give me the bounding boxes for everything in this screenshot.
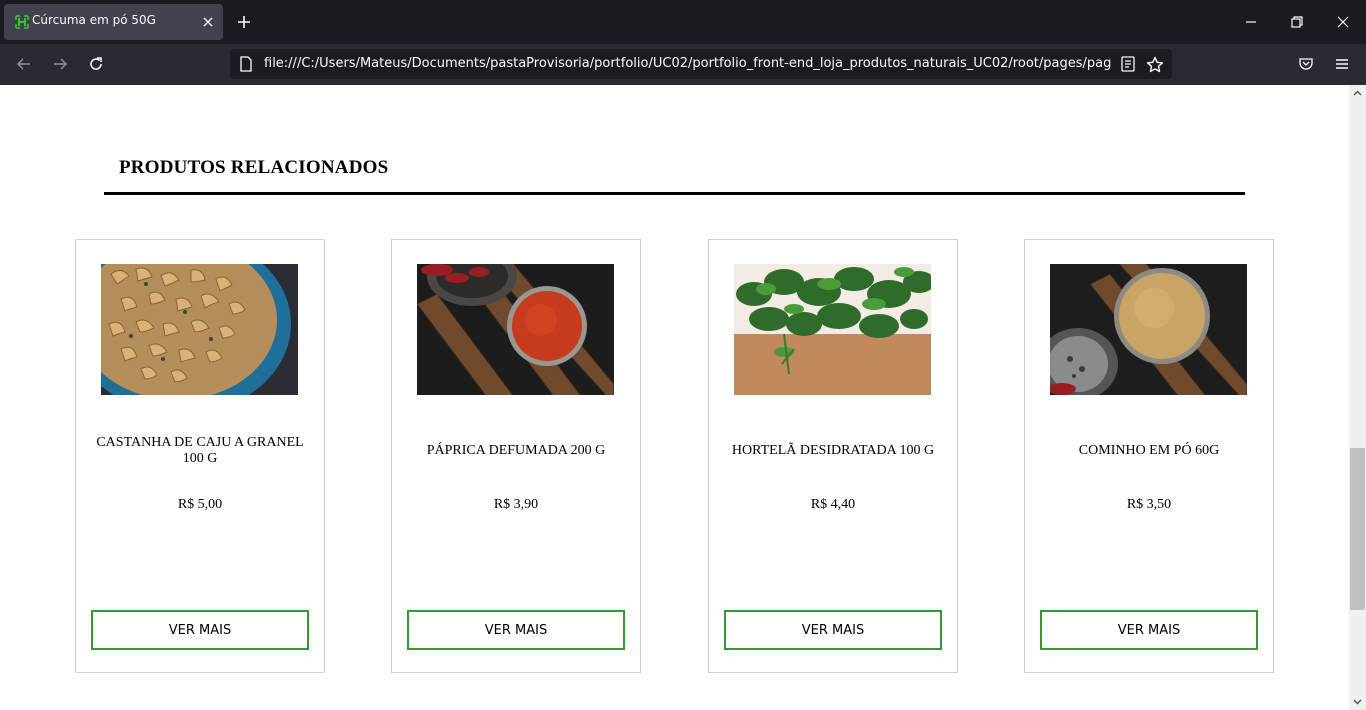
minimize-window-icon[interactable] [1243, 14, 1259, 30]
product-price: R$ 3,50 [1126, 497, 1172, 512]
view-more-button[interactable]: VER MAIS [724, 610, 942, 650]
vertical-scrollbar[interactable] [1349, 85, 1366, 710]
browser-tab-active[interactable]: Cúrcuma em pó 50G [4, 4, 223, 40]
product-price: R$ 5,00 [177, 497, 223, 512]
close-tab-icon[interactable] [200, 14, 216, 30]
scrollbar-thumb[interactable] [1350, 448, 1365, 610]
forward-arrow-icon[interactable] [52, 56, 68, 72]
product-card: HORTELÃ DESIDRATADA 100 G R$ 4,40 VER MA… [708, 239, 958, 673]
product-price: R$ 4,40 [810, 497, 856, 512]
view-more-button[interactable]: VER MAIS [1040, 610, 1258, 650]
reload-icon[interactable] [88, 56, 104, 72]
tab-bar: Cúrcuma em pó 50G [0, 0, 1366, 44]
product-name: HORTELÃ DESIDRATADA 100 G [731, 443, 935, 458]
product-image-cumin [1050, 264, 1247, 395]
restore-window-icon[interactable] [1289, 14, 1305, 30]
product-card: COMINHO EM PÓ 60G R$ 3,50 VER MAIS [1024, 239, 1274, 673]
bookmark-star-icon[interactable] [1146, 56, 1164, 74]
h-leaf-favicon-icon [15, 15, 29, 29]
view-more-button[interactable]: VER MAIS [407, 610, 625, 650]
product-image-cashews [101, 264, 298, 395]
product-card: PÁPRICA DEFUMADA 200 G R$ 3,90 VER MAIS [391, 239, 641, 673]
product-image-mint [734, 264, 931, 395]
view-more-button[interactable]: VER MAIS [91, 610, 309, 650]
scroll-up-arrow-icon[interactable] [1353, 89, 1362, 98]
product-card: CASTANHA DE CAJU A GRANEL 100 G R$ 5,00 … [75, 239, 325, 673]
tab-title: Cúrcuma em pó 50G [32, 13, 156, 27]
page-viewport: PRODUTOS RELACIONADOS CASTANHA DE CAJU A… [0, 85, 1349, 710]
page-document-icon [240, 56, 252, 72]
section-title: PRODUTOS RELACIONADOS [119, 157, 389, 178]
section-divider [104, 192, 1245, 195]
url-text[interactable]: file:///C:/Users/Mateus/Documents/pastaP… [264, 56, 1112, 71]
scroll-down-arrow-icon[interactable] [1353, 697, 1362, 706]
hamburger-menu-icon[interactable] [1334, 56, 1350, 72]
product-name: COMINHO EM PÓ 60G [1078, 443, 1220, 458]
pocket-icon[interactable] [1298, 56, 1314, 72]
close-window-icon[interactable] [1335, 14, 1351, 30]
new-tab-plus-icon[interactable] [236, 14, 252, 30]
reader-view-icon[interactable] [1120, 56, 1136, 72]
product-image-paprika [417, 264, 614, 395]
product-name: CASTANHA DE CAJU A GRANEL 100 G [96, 435, 304, 466]
back-arrow-icon[interactable] [16, 56, 32, 72]
product-name: PÁPRICA DEFUMADA 200 G [426, 443, 606, 458]
product-price: R$ 3,90 [493, 497, 539, 512]
address-bar[interactable]: file:///C:/Users/Mateus/Documents/pastaP… [230, 49, 1172, 79]
